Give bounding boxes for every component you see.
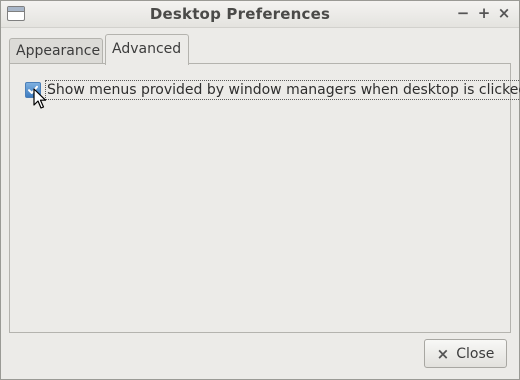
title-bar[interactable]: Desktop Preferences − + ×	[1, 1, 519, 28]
maximize-button[interactable]: +	[475, 4, 493, 22]
minimize-button[interactable]: −	[454, 4, 472, 22]
show-wm-menu-option[interactable]: Show menus provided by window managers w…	[25, 80, 520, 100]
close-icon: ×	[436, 344, 450, 363]
close-button[interactable]: × Close	[424, 339, 507, 368]
window-close-button[interactable]: ×	[495, 4, 513, 22]
mouse-pointer-icon	[33, 88, 47, 109]
preferences-window: Desktop Preferences − + × Appearance Adv…	[0, 0, 520, 380]
show-wm-menu-label[interactable]: Show menus provided by window managers w…	[45, 80, 520, 100]
advanced-panel: Show menus provided by window managers w…	[9, 63, 520, 333]
close-button-label: Close	[456, 345, 495, 362]
tab-advanced[interactable]: Advanced	[105, 34, 189, 65]
tab-bar: Appearance Advanced	[9, 34, 509, 65]
window-title: Desktop Preferences	[149, 5, 331, 23]
tab-appearance[interactable]: Appearance	[9, 38, 103, 64]
